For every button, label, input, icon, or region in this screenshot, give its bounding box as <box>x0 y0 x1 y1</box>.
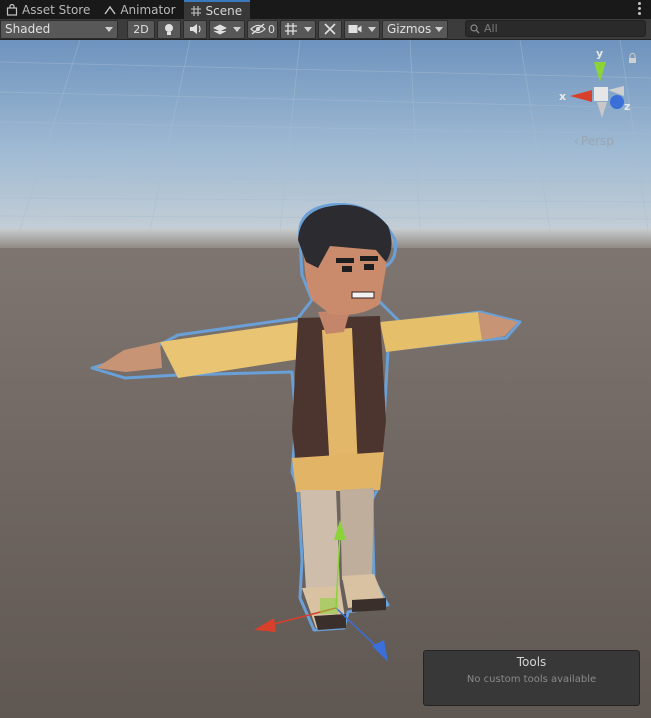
draw-mode-label: Shaded <box>5 22 51 36</box>
chevron-down-icon <box>304 26 312 32</box>
tools-overlay-panel[interactable]: Tools No custom tools available <box>423 650 640 706</box>
2d-toggle-button[interactable]: 2D <box>127 19 155 39</box>
tab-label: Animator <box>120 2 176 17</box>
left-eye <box>342 266 352 272</box>
shirt-hem <box>292 452 384 492</box>
tools-subtitle: No custom tools available <box>466 674 597 685</box>
left-eyebrow <box>336 258 354 263</box>
camera-settings-dropdown[interactable] <box>344 19 380 39</box>
tab-animator[interactable]: Animator <box>98 0 183 19</box>
tab-label: Scene <box>205 3 243 18</box>
tab-label: Asset Store <box>22 2 91 17</box>
grid-hash-icon <box>190 5 201 16</box>
shopping-bag-icon <box>6 3 18 16</box>
gizmo-z-cone[interactable] <box>610 95 624 109</box>
scene-toolbar: Shaded 2D 0 Gizmos All <box>0 19 651 40</box>
chevron-down-icon <box>368 26 376 32</box>
tab-scene[interactable]: Scene <box>183 0 251 19</box>
chevron-left-icon: ‹ <box>574 134 579 148</box>
scene-viewport[interactable]: y x z ‹ Persp <box>0 40 651 718</box>
scene-canvas[interactable]: y x z <box>0 40 651 718</box>
gizmo-x-label: x <box>559 90 566 103</box>
right-eyebrow <box>360 256 378 261</box>
eye-hidden-icon <box>250 23 266 35</box>
search-icon <box>470 23 480 33</box>
right-sole <box>352 598 386 612</box>
projection-label: Persp <box>580 134 614 148</box>
gizmos-dropdown[interactable]: Gizmos <box>382 19 448 39</box>
lighting-toggle-button[interactable] <box>157 19 181 39</box>
chevron-down-icon <box>435 26 443 32</box>
hidden-count: 0 <box>268 22 275 36</box>
right-leg <box>340 488 374 580</box>
light-bulb-icon <box>165 23 173 35</box>
speaker-icon <box>189 24 201 34</box>
effects-dropdown[interactable] <box>209 19 245 39</box>
editor-tab-bar: Asset Store Animator Scene <box>0 0 651 19</box>
2d-label: 2D <box>133 22 149 36</box>
draw-mode-dropdown[interactable]: Shaded <box>0 19 118 39</box>
search-placeholder: All <box>484 22 498 35</box>
animator-icon <box>104 5 116 14</box>
tools-toggle-button[interactable] <box>318 19 342 39</box>
gizmo-plane-handle[interactable] <box>320 598 338 614</box>
chevron-down-icon <box>233 26 241 32</box>
gizmo-center-cube[interactable] <box>594 87 608 101</box>
scene-search-input[interactable]: All <box>465 20 646 37</box>
more-options-icon[interactable] <box>638 2 642 16</box>
layers-effects-icon <box>213 24 227 35</box>
tools-title: Tools <box>516 655 547 669</box>
tools-icon <box>324 23 336 35</box>
scene-visibility-button[interactable]: 0 <box>247 19 278 39</box>
mouth <box>351 291 375 299</box>
gizmos-label: Gizmos <box>387 22 432 36</box>
left-sole <box>314 614 346 630</box>
grid-icon <box>285 23 297 35</box>
gizmo-y-label: y <box>596 47 603 60</box>
gizmo-z-label: z <box>624 100 630 113</box>
tab-asset-store[interactable]: Asset Store <box>0 0 98 19</box>
right-eye <box>364 264 374 270</box>
camera-icon <box>348 25 362 33</box>
chevron-down-icon <box>105 26 113 32</box>
projection-toggle[interactable]: ‹ Persp <box>574 134 614 148</box>
grid-snap-dropdown[interactable] <box>280 19 316 39</box>
audio-toggle-button[interactable] <box>183 19 207 39</box>
